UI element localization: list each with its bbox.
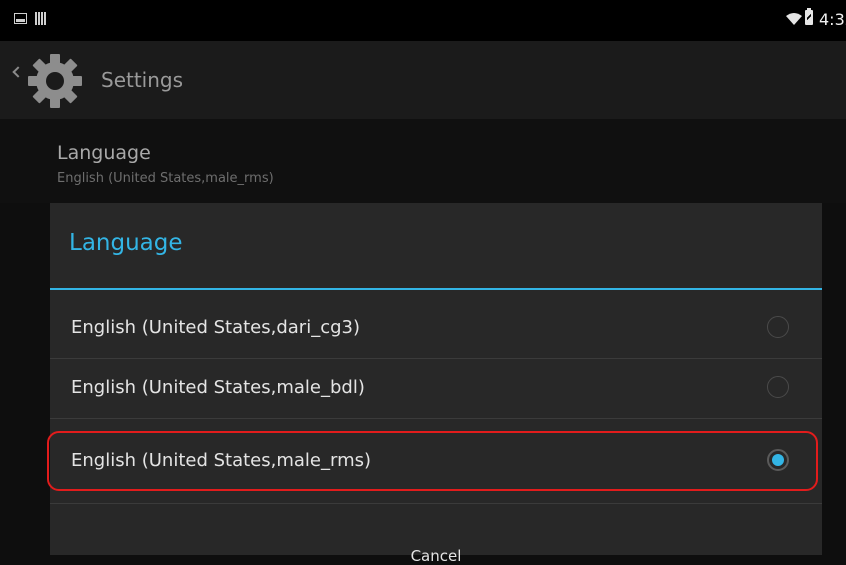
wifi-icon xyxy=(786,13,802,25)
status-bar: 4:32 xyxy=(0,0,846,41)
option-label: English (United States,male_bdl) xyxy=(71,377,365,398)
preference-summary: English (United States,male_rms) xyxy=(57,171,274,186)
cancel-button[interactable]: Cancel xyxy=(50,528,822,565)
option-label: English (United States,dari_cg3) xyxy=(71,317,361,338)
battery-charging-icon xyxy=(805,8,813,25)
action-bar: Settings xyxy=(0,41,846,119)
cancel-label: Cancel xyxy=(410,547,462,565)
language-dialog: Language English (United States,dari_cg3… xyxy=(50,203,822,565)
selection-highlight xyxy=(47,431,818,491)
radio-button[interactable] xyxy=(767,316,789,338)
radio-button[interactable] xyxy=(767,376,789,398)
preference-title: Language xyxy=(57,142,151,164)
dialog-title: Language xyxy=(69,230,183,256)
signal-bars-icon xyxy=(35,12,47,25)
gallery-icon xyxy=(14,13,27,24)
language-preference[interactable]: Language English (United States,male_rms… xyxy=(0,119,846,203)
list-divider xyxy=(50,418,822,419)
status-time: 4:32 xyxy=(819,10,846,29)
list-divider xyxy=(50,503,822,504)
gear-icon xyxy=(28,54,82,108)
up-caret-icon xyxy=(12,66,24,78)
language-option-dari-cg3[interactable]: English (United States,dari_cg3) xyxy=(50,300,822,358)
page-title: Settings xyxy=(101,68,184,92)
list-divider xyxy=(50,358,822,359)
title-divider xyxy=(50,288,822,290)
language-option-male-bdl[interactable]: English (United States,male_bdl) xyxy=(50,360,822,418)
